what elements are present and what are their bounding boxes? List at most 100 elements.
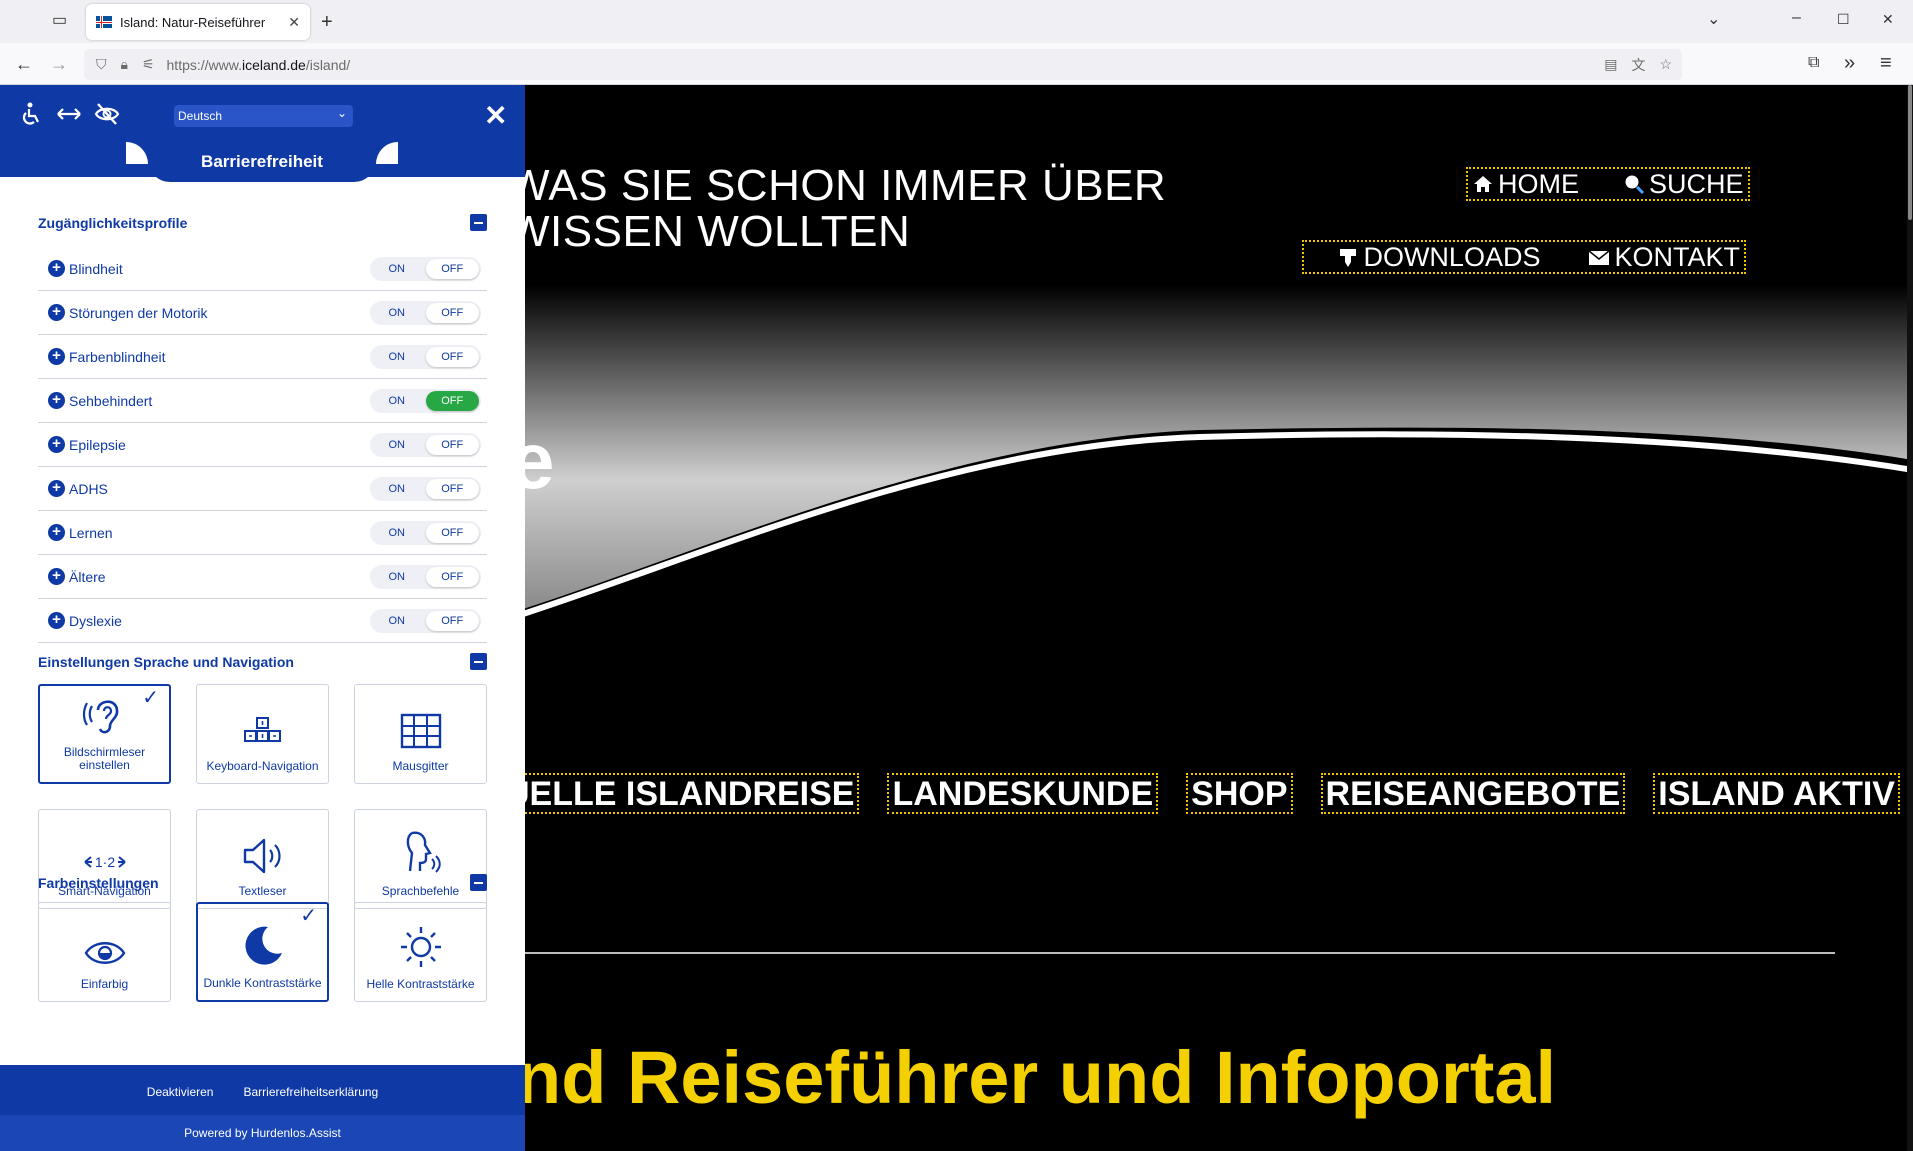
forward-icon[interactable]: → (50, 55, 68, 73)
dark-contrast-card[interactable]: ✓ Dunkle Kontraststärke (196, 902, 329, 1002)
voice-commands-card[interactable]: Sprachbefehle (354, 809, 487, 909)
profile-label[interactable]: Dyslexie (69, 613, 122, 629)
tab-list-chevron-icon[interactable]: ⌄ (1707, 12, 1720, 28)
search-link[interactable]: SUCHE (1623, 169, 1744, 200)
profile-label[interactable]: Lernen (69, 525, 113, 541)
close-panel-icon[interactable]: ✕ (484, 99, 507, 132)
profile-toggle[interactable]: ONOFF (370, 301, 481, 325)
expand-plus-icon[interactable]: + (48, 260, 65, 277)
toggle-on[interactable]: ON (370, 259, 424, 279)
expand-plus-icon[interactable]: + (48, 392, 65, 409)
color-section-header[interactable]: Farbeinstellungen (38, 874, 487, 891)
url-bar[interactable]: ⛉ 🔒︎ ⚟ https://www.iceland.de/island/ ▤ … (84, 49, 1682, 80)
expand-plus-icon[interactable]: + (48, 612, 65, 629)
toggle-off[interactable]: OFF (426, 347, 480, 367)
profile-label[interactable]: Farbenblindheit (69, 349, 166, 365)
lock-icon[interactable]: 🔒︎ (121, 56, 128, 73)
nav-item-landeskunde[interactable]: LANDESKUNDE (887, 773, 1158, 814)
new-tab-icon[interactable]: + (321, 12, 333, 32)
expand-plus-icon[interactable]: + (48, 480, 65, 497)
profile-label[interactable]: Ältere (69, 569, 106, 585)
toggle-on[interactable]: ON (370, 479, 424, 499)
profile-label[interactable]: Störungen der Motorik (69, 305, 208, 321)
close-tab-icon[interactable]: ✕ (288, 14, 300, 31)
expand-plus-icon[interactable]: + (48, 568, 65, 585)
expand-plus-icon[interactable]: + (48, 436, 65, 453)
toggle-off[interactable]: OFF (426, 303, 480, 323)
scrollbar-thumb[interactable] (1908, 85, 1912, 220)
close-window-icon[interactable]: ✕ (1882, 12, 1894, 26)
profile-label[interactable]: ADHS (69, 481, 108, 497)
contact-link[interactable]: KONTAKT (1588, 242, 1740, 273)
profiles-section-header[interactable]: Zugänglichkeitsprofile (38, 214, 487, 231)
translate-icon[interactable]: 文 (1631, 55, 1645, 75)
maximize-icon[interactable]: ☐ (1837, 12, 1850, 26)
move-panel-icon[interactable] (56, 101, 82, 127)
profile-toggle-active[interactable]: ONOFF (370, 389, 481, 413)
page-scrollbar[interactable] (1907, 85, 1913, 1151)
accessibility-icon[interactable] (18, 101, 44, 127)
keyboard-nav-card[interactable]: Keyboard-Navigation (196, 684, 329, 784)
toggle-on[interactable]: ON (370, 611, 424, 631)
reader-view-icon[interactable]: ▤ (1604, 56, 1617, 73)
toggle-off[interactable]: OFF (426, 391, 480, 411)
toggle-off[interactable]: OFF (426, 523, 480, 543)
profile-toggle[interactable]: ONOFF (370, 345, 481, 369)
collapse-icon[interactable] (470, 214, 487, 231)
permissions-icon[interactable]: ⚟ (142, 56, 155, 73)
deactivate-link[interactable]: Deaktivieren (147, 1085, 214, 1099)
toggle-off[interactable]: OFF (426, 611, 480, 631)
overflow-chevron-icon[interactable]: » (1844, 53, 1855, 73)
expand-plus-icon[interactable]: + (48, 304, 65, 321)
mouse-grid-card[interactable]: Mausgitter (354, 684, 487, 784)
profile-label[interactable]: Sehbehindert (69, 393, 152, 409)
profile-toggle[interactable]: ONOFF (370, 477, 481, 501)
light-contrast-card[interactable]: Helle Kontraststärke (354, 902, 487, 1002)
menu-icon[interactable]: ≡ (1880, 53, 1892, 73)
profile-toggle[interactable]: ONOFF (370, 257, 481, 281)
back-icon[interactable]: ← (15, 55, 33, 73)
language-select[interactable]: Deutsch (174, 105, 353, 127)
smart-nav-card[interactable]: 1·2 Smart-Navigation (38, 809, 171, 909)
profile-toggle[interactable]: ONOFF (370, 433, 481, 457)
expand-plus-icon[interactable]: + (48, 524, 65, 541)
nav-item-island-aktiv[interactable]: ISLAND AKTIV (1653, 773, 1900, 814)
toggle-on[interactable]: ON (370, 347, 424, 367)
nav-item-islandreise[interactable]: UELLE ISLANDREISE (500, 773, 859, 814)
browser-tab[interactable]: Island: Natur-Reiseführer ✕ (86, 4, 310, 40)
shield-icon[interactable]: ⛉ (96, 56, 107, 73)
nav-item-reiseangebote[interactable]: REISEANGEBOTE (1321, 773, 1626, 814)
profile-label[interactable]: Epilepsie (69, 437, 126, 453)
toggle-off[interactable]: OFF (426, 435, 480, 455)
accessibility-statement-link[interactable]: Barrierefreiheitserklärung (243, 1085, 378, 1099)
screen-reader-card[interactable]: ✓ Bildschirmleser einstellen (38, 684, 171, 784)
monochrome-card[interactable]: Einfarbig (38, 902, 171, 1002)
toggle-off[interactable]: OFF (426, 259, 480, 279)
collapse-icon[interactable] (470, 874, 487, 891)
toggle-off[interactable]: OFF (426, 479, 480, 499)
home-icon (1472, 173, 1494, 195)
powered-by[interactable]: Powered by Hurdenlos.Assist (0, 1115, 525, 1151)
extensions-icon[interactable]: ⧉ (1808, 55, 1819, 71)
minimize-icon[interactable]: – (1792, 10, 1801, 26)
text-reader-card[interactable]: Textleser (196, 809, 329, 909)
profile-toggle[interactable]: ONOFF (370, 521, 481, 545)
toggle-on[interactable]: ON (370, 435, 424, 455)
toggle-off[interactable]: OFF (426, 567, 480, 587)
profile-label[interactable]: Blindheit (69, 261, 123, 277)
profile-toggle[interactable]: ONOFF (370, 565, 481, 589)
hide-interface-icon[interactable] (94, 101, 120, 127)
bookmark-star-icon[interactable]: ☆ (1659, 56, 1672, 73)
profile-toggle[interactable]: ONOFF (370, 609, 481, 633)
downloads-link[interactable]: DOWNLOADS (1337, 242, 1540, 273)
collapse-icon[interactable] (470, 653, 487, 670)
tab-overview-icon[interactable]: ▭ (52, 13, 67, 29)
toggle-on[interactable]: ON (370, 567, 424, 587)
home-link[interactable]: HOME (1472, 169, 1579, 200)
toggle-on[interactable]: ON (370, 523, 424, 543)
toggle-on[interactable]: ON (370, 303, 424, 323)
toggle-on[interactable]: ON (370, 391, 424, 411)
nav-item-shop[interactable]: SHOP (1186, 773, 1292, 814)
nav-section-header[interactable]: Einstellungen Sprache und Navigation (38, 653, 487, 670)
expand-plus-icon[interactable]: + (48, 348, 65, 365)
